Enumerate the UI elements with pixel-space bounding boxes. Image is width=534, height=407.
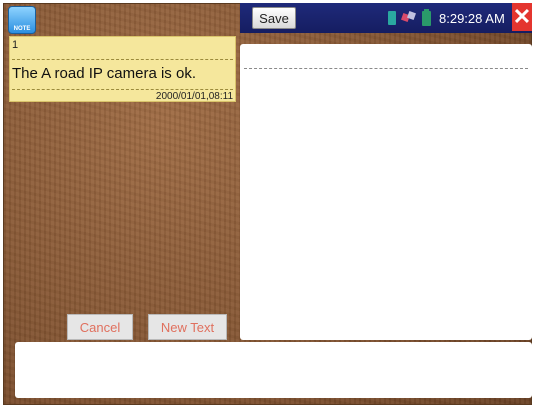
note-list-item[interactable]: 1 The A road IP camera is ok. 2000/01/01… bbox=[9, 36, 236, 102]
note-number: 1 bbox=[12, 39, 19, 51]
close-icon: ✕ bbox=[512, 4, 532, 29]
status-indicators: 8:29:28 AM bbox=[388, 8, 505, 28]
note-app-icon[interactable]: NOTE bbox=[8, 6, 36, 34]
editor-divider bbox=[244, 68, 528, 69]
close-button[interactable]: ✕ bbox=[512, 3, 532, 31]
note-app-icon-label: NOTE bbox=[13, 26, 31, 32]
note-divider bbox=[12, 59, 233, 60]
note-editor-area[interactable] bbox=[240, 44, 532, 340]
save-button[interactable]: Save bbox=[252, 7, 296, 29]
note-timestamp: 2000/01/01,08:11 bbox=[155, 91, 233, 102]
note-divider bbox=[12, 89, 233, 90]
note-text: The A road IP camera is ok. bbox=[12, 65, 196, 82]
sd-card-icon bbox=[388, 11, 396, 25]
network-icon bbox=[402, 12, 416, 24]
battery-icon bbox=[422, 8, 431, 26]
text-input-area[interactable] bbox=[15, 342, 532, 398]
new-text-button[interactable]: New Text bbox=[148, 314, 227, 340]
cancel-button[interactable]: Cancel bbox=[67, 314, 133, 340]
clock-time: 8:29:28 AM bbox=[439, 10, 505, 26]
